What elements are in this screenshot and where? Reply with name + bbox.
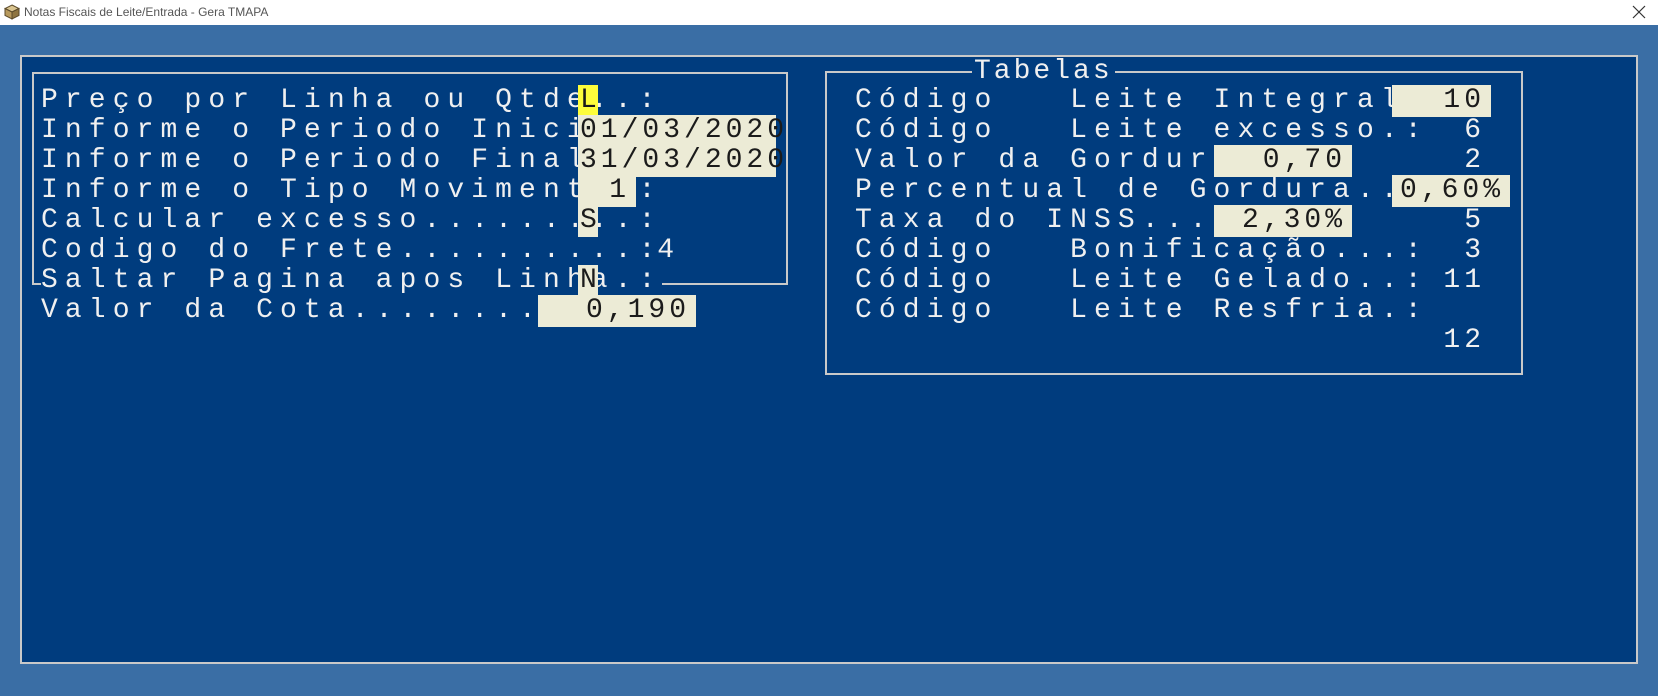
label-saltar-pagina: Saltar Pagina apos Linha.: <box>41 265 663 297</box>
label-tipo-movimento: Informe o Tipo Movimento.: <box>41 175 663 206</box>
label-percentual-gordura: Percentual de Gordura..: <box>855 175 1429 206</box>
label-valor-cota: Valor da Cota.........: <box>41 295 591 326</box>
label-leite-integral: Código Leite Integral: <box>855 85 1429 116</box>
console-screen: Preço por Linha ou Qtde..: L Informe o P… <box>20 55 1638 664</box>
label-periodo-final: Informe o Periodo Final..: <box>41 145 663 176</box>
tabelas-title: Tabelas <box>972 56 1115 87</box>
package-icon <box>3 4 21 20</box>
tipo-movimento-field[interactable]: 1 <box>578 175 636 207</box>
calcular-excesso-field[interactable]: S <box>578 205 598 237</box>
title-bar: Notas Fiscais de Leite/Entrada - Gera TM… <box>0 0 1658 25</box>
label-codigo-frete: Codigo do Frete..........: <box>41 235 663 266</box>
label-periodo-inicial: Informe o Periodo Inicial: <box>41 115 663 146</box>
percentual-gordura-field[interactable]: 0,60% <box>1392 175 1510 207</box>
label-leite-gelado: Código Leite Gelado..: <box>855 265 1429 296</box>
codigo-frete-value: 4 <box>657 235 678 266</box>
close-icon <box>1632 5 1646 19</box>
leite-resfriado-value: 12 <box>1443 325 1485 356</box>
close-button[interactable] <box>1620 0 1658 25</box>
taxa-inss-code: 5 <box>1464 205 1485 236</box>
leite-excesso-value: 6 <box>1464 115 1485 146</box>
valor-cota-field[interactable]: 0,190 <box>538 295 696 327</box>
taxa-inss-field[interactable]: 2,30% <box>1214 205 1352 237</box>
leite-integral-field[interactable]: 10 <box>1392 85 1491 117</box>
periodo-inicial-field[interactable]: 01/03/2020 <box>578 115 784 147</box>
saltar-pagina-field[interactable]: N <box>578 265 598 297</box>
leite-gelado-value: 11 <box>1443 265 1485 296</box>
window-title: Notas Fiscais de Leite/Entrada - Gera TM… <box>24 5 269 19</box>
periodo-final-field[interactable]: 31/03/2020 <box>578 145 784 177</box>
label-preco-linha-qtde: Preço por Linha ou Qtde..: <box>41 85 663 116</box>
bonificacao-value: 3 <box>1464 235 1485 266</box>
label-leite-resfriado: Código Leite Resfria.: <box>855 295 1429 326</box>
valor-gordura-code: 2 <box>1464 145 1485 176</box>
label-bonificacao: Código Bonificação...: <box>855 235 1429 266</box>
valor-gordura-field[interactable]: 0,70 <box>1214 145 1352 177</box>
preco-linha-qtde-field[interactable]: L <box>578 85 598 117</box>
label-leite-excesso: Código Leite excesso.: <box>855 115 1429 146</box>
label-calcular-excesso: Calcular excesso.........: <box>41 205 663 236</box>
